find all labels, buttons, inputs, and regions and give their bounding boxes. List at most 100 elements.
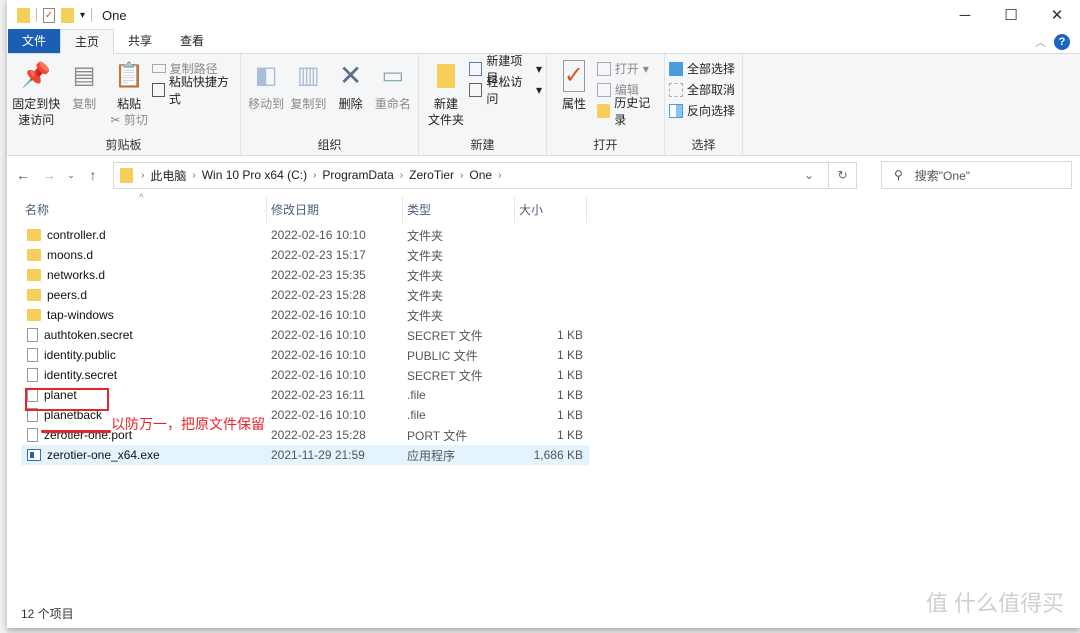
chevron-right-icon: › [141, 169, 145, 181]
file-size: 1 KB [556, 408, 583, 422]
file-row[interactable]: peers.d 2022-02-23 15:28 文件夹 [21, 285, 589, 305]
invert-selection-button[interactable]: 反向选择 [669, 102, 735, 119]
breadcrumb-programdata[interactable]: ProgramData [322, 168, 393, 182]
file-name: networks.d [21, 268, 267, 282]
back-icon[interactable]: ← [15, 167, 31, 183]
folder-icon [27, 289, 41, 301]
copy-to-icon: ▥ [297, 62, 320, 89]
maximize-button[interactable]: ☐ [988, 0, 1034, 30]
file-row[interactable]: identity.public 2022-02-16 10:10 PUBLIC 文件… [21, 345, 589, 365]
group-clipboard: 📌 固定到快 速访问 ▤ 复制 📋 粘贴 ✂ 剪切 复制路径 粘贴快捷方式 剪贴板 [7, 54, 241, 155]
file-size: 1 KB [556, 388, 583, 402]
history-icon [596, 103, 611, 118]
chevron-right-icon[interactable]: › [400, 170, 403, 181]
chevron-down-icon[interactable]: ⌄ [804, 168, 814, 182]
open-icon [596, 61, 611, 76]
tab-file[interactable]: 文件 [8, 29, 61, 53]
file-date: 2022-02-16 10:10 [271, 368, 366, 382]
file-type: 文件夹 [407, 268, 444, 283]
cut-button[interactable]: ✂ 剪切 [110, 112, 147, 128]
select-all-icon [669, 61, 683, 76]
file-icon [27, 348, 38, 362]
annotation-text: 以防万一，把原文件保留 [111, 416, 265, 432]
file-date: 2022-02-23 15:28 [271, 288, 366, 302]
file-row[interactable]: zerotier-one.port 2022-02-23 15:28 PORT 文件… [21, 425, 589, 445]
title-bar: ✓ ▾ One ─ ☐ ✕ [7, 0, 1080, 30]
column-headers: ^ 名称 修改日期 类型 大小 [21, 193, 1071, 225]
forward-icon[interactable]: → [41, 167, 57, 183]
search-input[interactable]: ⚲ 搜索"One" [881, 161, 1072, 189]
search-icon: ⚲ [894, 168, 903, 182]
chevron-right-icon[interactable]: › [498, 170, 501, 181]
file-name: tap-windows [21, 308, 267, 322]
file-row[interactable]: identity.secret 2022-02-16 10:10 SECRET 文件… [21, 365, 589, 385]
rename-icon: ▭ [381, 62, 405, 89]
background-window [0, 0, 7, 633]
group-label: 组织 [317, 138, 342, 152]
edit-icon [596, 82, 611, 97]
file-row[interactable]: tap-windows 2022-02-16 10:10 文件夹 [21, 305, 589, 325]
file-row[interactable]: authtoken.secret 2022-02-16 10:10 SECRET 文… [21, 325, 589, 345]
recent-dropdown-icon[interactable]: ⌄ [67, 170, 75, 181]
file-type: 文件夹 [407, 308, 444, 323]
tab-view[interactable]: 查看 [166, 29, 218, 53]
select-none-button[interactable]: 全部取消 [669, 81, 735, 98]
history-button[interactable]: 历史记录 [596, 96, 660, 127]
annotation-box [25, 388, 109, 411]
file-date: 2022-02-16 10:10 [271, 328, 366, 342]
breadcrumb-one[interactable]: One [469, 168, 492, 182]
properties-quick-icon[interactable]: ✓ [43, 7, 55, 23]
chevron-right-icon[interactable]: › [313, 170, 316, 181]
folder-icon [27, 309, 41, 321]
status-item-count: 12 个项目 [21, 607, 74, 621]
folder-icon [120, 167, 133, 183]
column-date[interactable]: 修改日期 [267, 197, 403, 223]
file-date: 2022-02-23 15:35 [271, 268, 366, 282]
chevron-right-icon[interactable]: › [192, 170, 195, 181]
open-button[interactable]: 打开 ▾ [596, 60, 660, 77]
file-icon [27, 328, 38, 342]
select-none-icon [669, 82, 683, 97]
breadcrumb-zerotier[interactable]: ZeroTier [409, 168, 454, 182]
breadcrumb-this-pc[interactable]: 此电脑 [150, 167, 186, 184]
file-row[interactable]: controller.d 2022-02-16 10:10 文件夹 [21, 225, 589, 245]
up-icon[interactable]: ↑ [85, 167, 101, 183]
tab-home[interactable]: 主页 [60, 29, 115, 54]
column-type[interactable]: 类型 [403, 197, 515, 223]
chevron-right-icon[interactable]: › [460, 170, 463, 181]
column-size[interactable]: 大小 [515, 197, 587, 223]
sort-ascending-icon: ^ [139, 193, 144, 204]
minimize-button[interactable]: ─ [942, 0, 988, 30]
easy-access-icon [469, 82, 483, 97]
move-icon: ◧ [254, 62, 278, 89]
file-date: 2022-02-23 15:17 [271, 248, 366, 262]
divider [91, 8, 93, 22]
group-open: ✓ 属性 打开 ▾ 编辑 历史记录 打开 [547, 54, 665, 155]
tab-share[interactable]: 共享 [114, 29, 166, 53]
file-size: 1 KB [556, 428, 583, 442]
close-button[interactable]: ✕ [1034, 0, 1080, 30]
easy-access-button[interactable]: 轻松访问 ▾ [469, 75, 542, 106]
file-date: 2022-02-16 10:10 [271, 408, 366, 422]
help-icon[interactable]: ? [1054, 34, 1070, 50]
file-type: .file [407, 388, 426, 402]
address-bar[interactable]: › 此电脑 › Win 10 Pro x64 (C:) › ProgramData ›… [113, 161, 829, 189]
file-row[interactable]: networks.d 2022-02-23 15:35 文件夹 [21, 265, 589, 285]
paste-shortcut-button[interactable]: 粘贴快捷方式 [151, 75, 236, 106]
file-row[interactable]: zerotier-one_x64.exe 2021-11-29 21:59 应用程序… [21, 445, 589, 465]
file-name: controller.d [21, 228, 267, 242]
file-row[interactable]: moons.d 2022-02-23 15:17 文件夹 [21, 245, 589, 265]
file-type: 文件夹 [407, 288, 444, 303]
collapse-ribbon-icon[interactable]: ︿ [1035, 34, 1046, 50]
group-label: 剪贴板 [105, 138, 142, 152]
select-all-button[interactable]: 全部选择 [669, 60, 735, 77]
file-type: SECRET 文件 [407, 328, 483, 343]
column-name[interactable]: 名称 [21, 197, 267, 223]
new-folder-quick-icon[interactable] [61, 7, 74, 23]
customize-quick-access-icon[interactable]: ▾ [80, 10, 85, 21]
file-size: 1,686 KB [533, 448, 583, 462]
refresh-button[interactable]: ↻ [829, 161, 857, 189]
group-label: 打开 [593, 138, 618, 152]
breadcrumb-drive[interactable]: Win 10 Pro x64 (C:) [202, 168, 307, 182]
path-icon [151, 64, 166, 73]
